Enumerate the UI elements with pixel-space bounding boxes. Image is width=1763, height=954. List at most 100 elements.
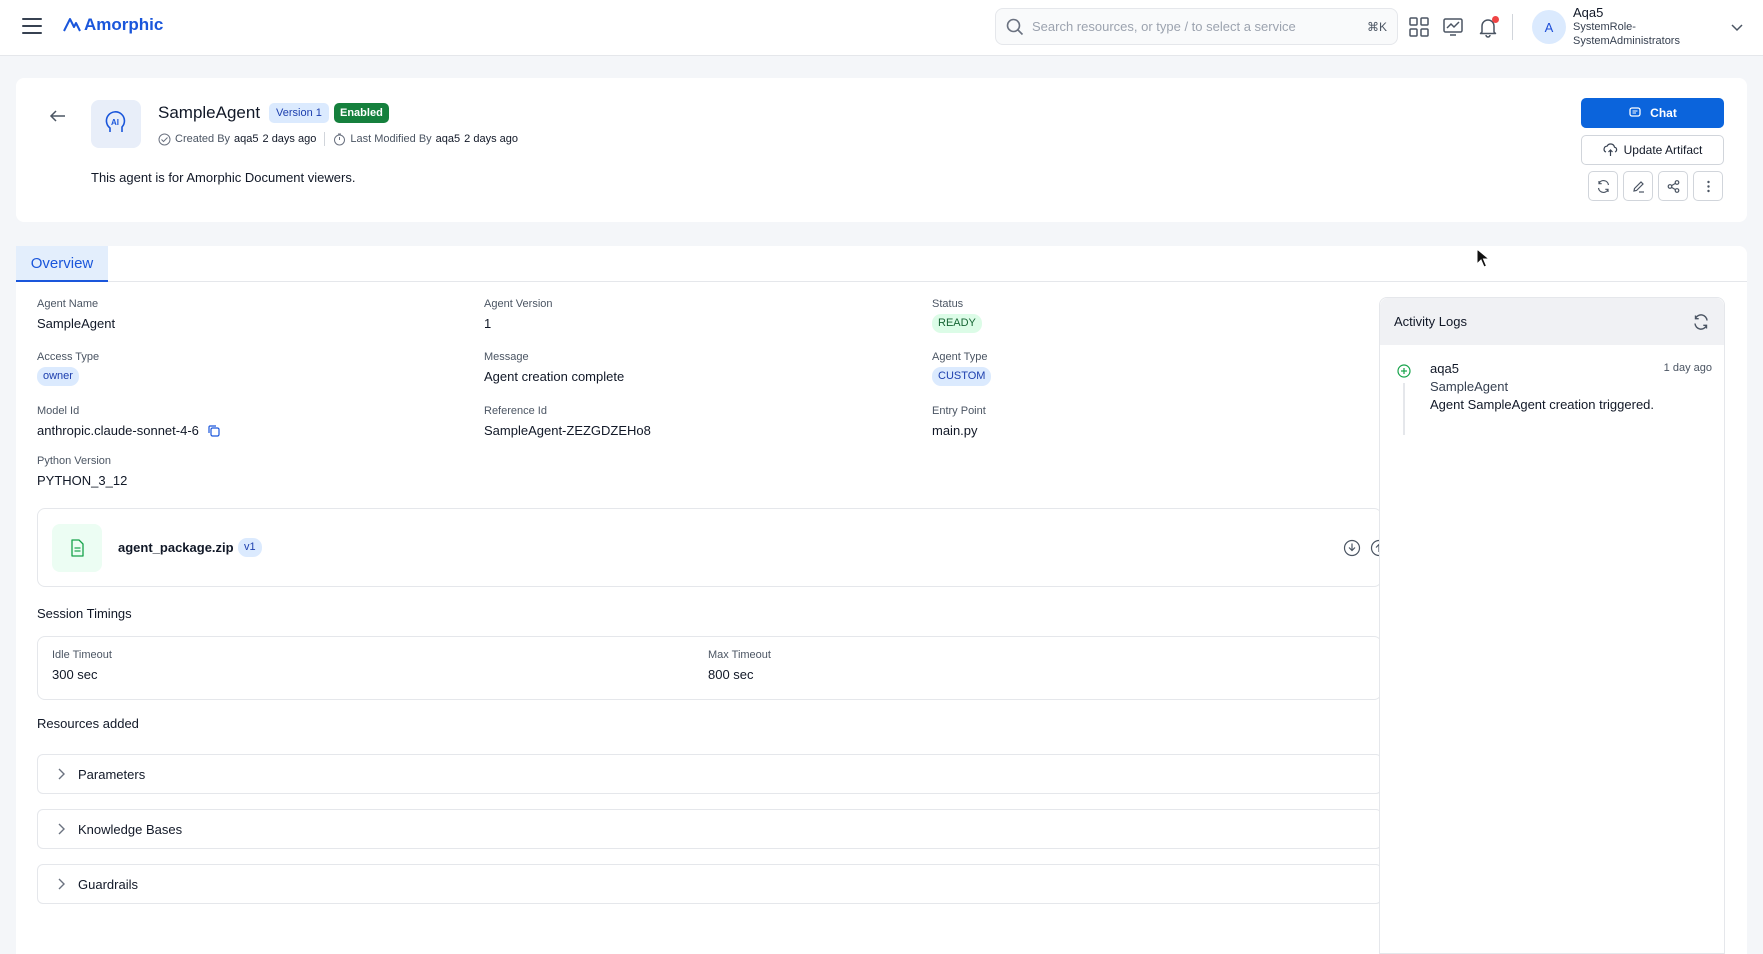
agent-title: SampleAgent [158, 103, 261, 122]
message-field: Message Agent creation complete [484, 351, 624, 384]
agent-version-field: Agent Version 1 [484, 298, 553, 331]
entry-point-field: Entry Point main.py [932, 405, 986, 438]
version-badge: Version 1 [269, 103, 329, 123]
dashboard-chart-icon[interactable] [1442, 16, 1464, 38]
file-document-icon [52, 524, 102, 572]
share-button[interactable] [1658, 171, 1688, 201]
chevron-right-icon [58, 878, 65, 890]
activity-logs-title: Activity Logs [1394, 314, 1467, 329]
status-badge: READY [932, 314, 982, 333]
overview-panel: Overview Agent Name SampleAgent Agent Ve… [16, 246, 1747, 954]
accordion-knowledge-bases[interactable]: Knowledge Bases [37, 809, 1382, 849]
enabled-status-badge: Enabled [334, 103, 389, 123]
field-label: Message [484, 351, 529, 363]
chevron-down-icon[interactable] [1730, 20, 1744, 34]
field-value-row: anthropic.claude-sonnet-4-6 [37, 423, 221, 438]
apps-grid-icon[interactable] [1408, 16, 1430, 38]
model-id-value: anthropic.claude-sonnet-4-6 [37, 423, 199, 438]
notifications-bell-icon[interactable] [1477, 16, 1499, 38]
user-avatar[interactable]: A [1532, 10, 1566, 44]
max-timeout-field: Max Timeout 800 sec [708, 649, 771, 682]
field-label: Access Type [37, 351, 100, 363]
share-icon [1667, 179, 1679, 193]
field-value: Agent creation complete [484, 369, 625, 384]
field-value: 1 [484, 316, 492, 331]
accordion-parameters[interactable]: Parameters [37, 754, 1382, 794]
search-shortcut-hint: ⌘K [1366, 19, 1387, 34]
activity-logs-header: Activity Logs [1380, 298, 1724, 345]
update-artifact-label: Update Artifact [1623, 143, 1703, 157]
idle-timeout-field: Idle Timeout 300 sec [52, 649, 112, 682]
field-label: Max Timeout [708, 649, 771, 661]
download-icon[interactable] [1343, 539, 1361, 557]
field-value: SampleAgent-ZEZGDZEHo8 [484, 423, 651, 438]
modified-by-user: aqa5 [435, 133, 461, 145]
accordion-label: Parameters [78, 766, 146, 782]
search-input[interactable] [1032, 19, 1367, 34]
agent-header-card: AI SampleAgent Version 1 Enabled Created… [16, 78, 1747, 222]
menu-icon[interactable] [22, 18, 42, 34]
refresh-button[interactable] [1588, 171, 1618, 201]
ai-agent-icon: AI [91, 100, 141, 148]
access-type-badge: owner [37, 367, 79, 386]
field-value: SampleAgent [37, 316, 116, 331]
field-value: 800 sec [708, 667, 754, 682]
field-value: PYTHON_3_12 [37, 473, 128, 488]
amorphic-logo[interactable]: Amorphic [62, 15, 163, 35]
chevron-right-icon [58, 823, 65, 835]
copy-icon[interactable] [207, 424, 221, 438]
field-label: Idle Timeout [52, 649, 112, 661]
created-by-label: Created By [175, 133, 231, 145]
artifact-version-badge: v1 [238, 538, 262, 557]
chevron-right-icon [58, 768, 65, 780]
user-role-line-1: SystemRole- [1573, 21, 1636, 33]
modified-by-label: Last Modified By [350, 133, 432, 145]
agent-type-badge: CUSTOM [932, 367, 992, 386]
refresh-icon [1597, 179, 1609, 193]
status-field: Status READY [932, 298, 982, 333]
top-navigation-bar: Amorphic ⌘K A Aqa5 Syst [0, 0, 1763, 56]
timeline-line [1403, 383, 1405, 435]
global-search[interactable]: ⌘K [995, 8, 1398, 45]
field-value: 300 sec [52, 667, 98, 682]
agent-type-field: Agent Type CUSTOM [932, 351, 992, 386]
resources-heading: Resources added [37, 716, 139, 731]
artifact-file-name: agent_package.zip [118, 540, 234, 555]
created-clock-icon [158, 133, 171, 145]
topbar-divider [1512, 14, 1513, 40]
agent-name-field: Agent Name SampleAgent [37, 298, 115, 331]
tab-overview[interactable]: Overview [16, 246, 108, 282]
edit-button[interactable] [1623, 171, 1653, 201]
accordion-guardrails[interactable]: Guardrails [37, 864, 1382, 904]
field-label: Model Id [37, 405, 80, 417]
field-label: Status [932, 298, 964, 310]
field-value: main.py [932, 423, 978, 438]
chat-icon [1629, 107, 1641, 117]
modified-when: 2 days ago [464, 133, 518, 145]
notification-dot [1492, 16, 1499, 23]
field-label: Agent Version [484, 298, 553, 310]
log-object: SampleAgent [1430, 379, 1509, 394]
chat-button[interactable]: Chat [1581, 98, 1724, 128]
user-role-line-2: SystemAdministrators [1573, 35, 1680, 47]
field-label: Entry Point [932, 405, 986, 417]
reference-id-field: Reference Id SampleAgent-ZEZGDZEHo8 [484, 405, 651, 438]
search-icon [1006, 18, 1024, 35]
accordion-label: Guardrails [78, 876, 138, 892]
python-version-field: Python Version PYTHON_3_12 [37, 455, 127, 488]
access-type-field: Access Type owner [37, 351, 99, 386]
user-name: Aqa5 [1573, 5, 1604, 20]
update-artifact-button[interactable]: Update Artifact [1581, 135, 1724, 165]
user-info[interactable]: Aqa5 SystemRole- SystemAdministrators [1573, 5, 1713, 48]
field-label: Agent Name [37, 298, 99, 310]
modified-timer-icon [334, 133, 346, 145]
log-timestamp: 1 day ago [1663, 362, 1712, 374]
upload-cloud-icon [1603, 142, 1617, 156]
refresh-icon[interactable] [1692, 313, 1710, 331]
field-label: Reference Id [484, 405, 547, 417]
amorphic-logo-mark-icon [63, 18, 81, 32]
log-user: aqa5 [1430, 361, 1459, 376]
back-arrow-icon[interactable] [48, 106, 68, 126]
more-options-button[interactable] [1693, 171, 1723, 201]
mouse-cursor-icon [1476, 248, 1490, 268]
